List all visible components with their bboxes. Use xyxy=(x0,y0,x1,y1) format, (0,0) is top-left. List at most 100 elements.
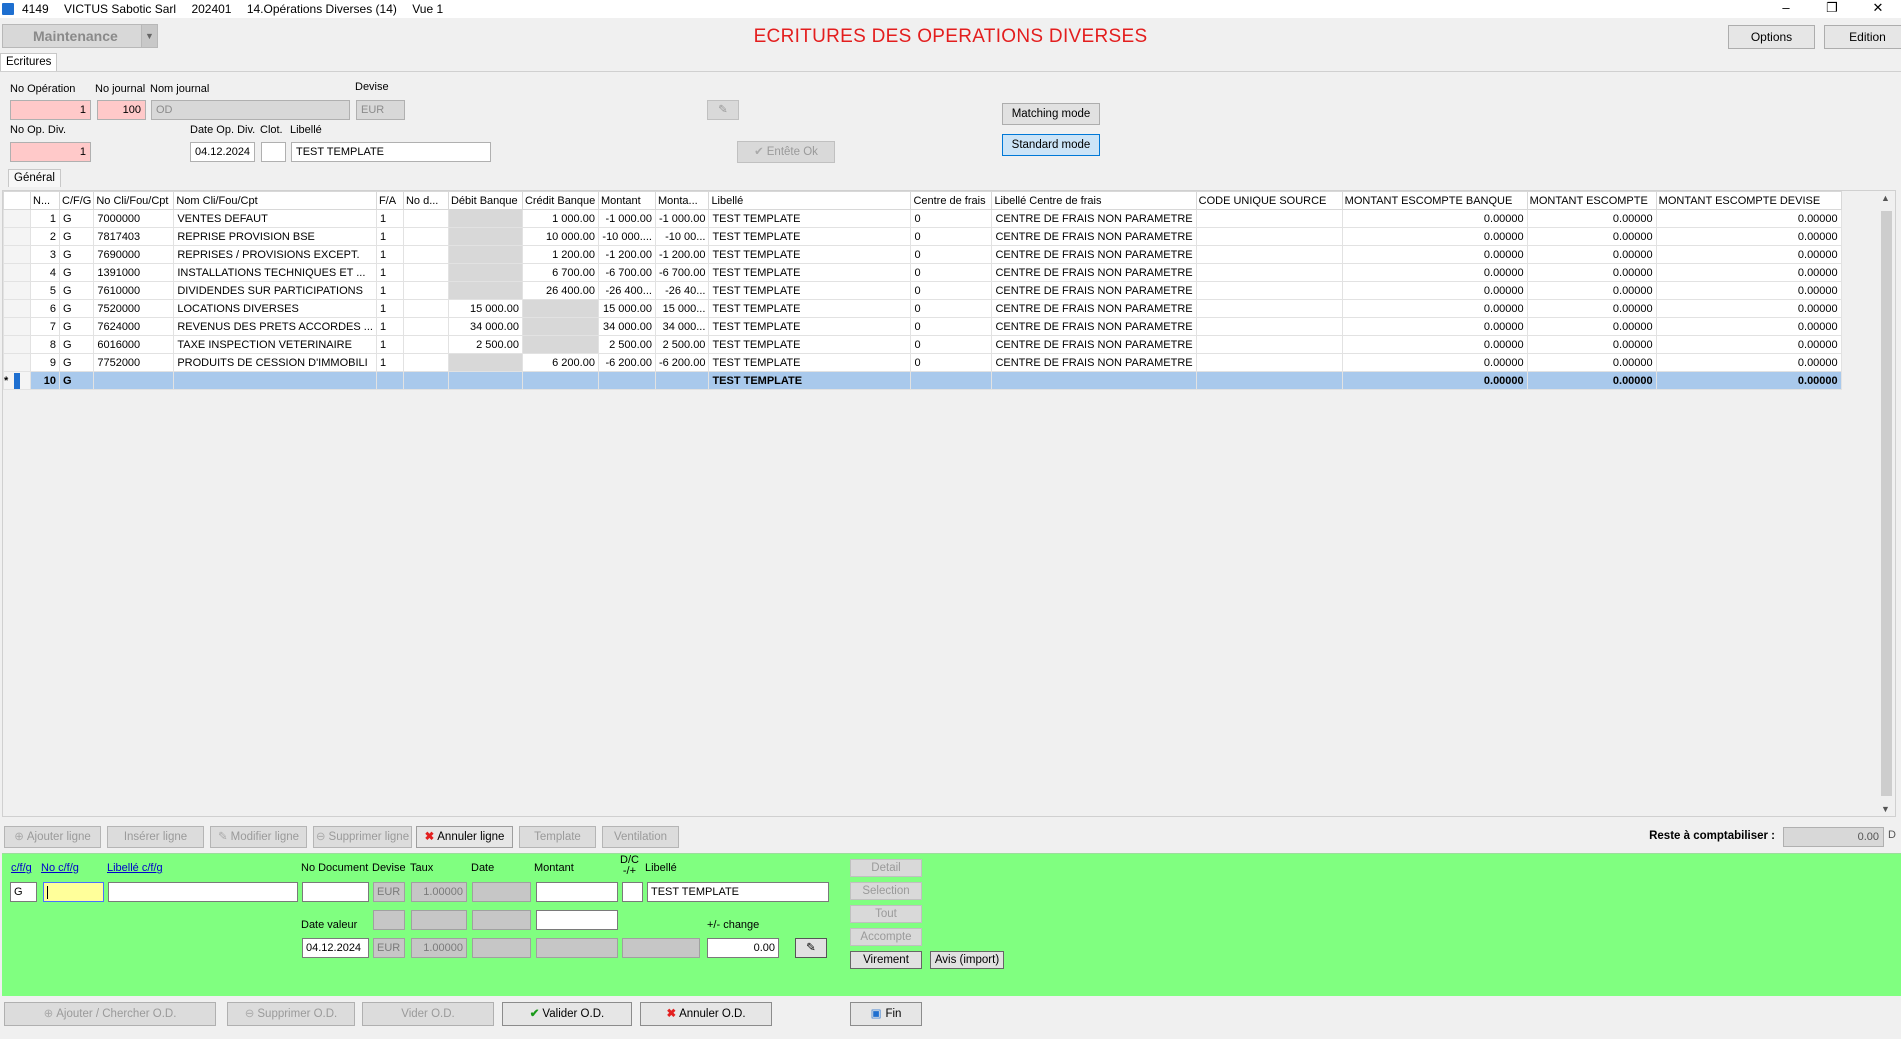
cell-cfg[interactable]: G xyxy=(58,227,95,246)
cell-montant[interactable] xyxy=(597,371,656,390)
new-row-marker[interactable]: * xyxy=(3,371,31,390)
cell-nod[interactable] xyxy=(402,317,449,336)
cell-no[interactable]: 1391000 xyxy=(93,263,175,282)
table-row[interactable]: 7 G 7624000 REVENUS DES PRETS ACCORDES ... 1… xyxy=(3,317,1842,336)
cell-escompte-devise[interactable]: 0.00000 xyxy=(1655,299,1842,318)
cell-code-unique[interactable] xyxy=(1195,281,1343,300)
cell-credit[interactable]: 1 200.00 xyxy=(521,245,599,264)
cell-monta[interactable]: -6 200.00 xyxy=(654,353,710,372)
cell-n[interactable]: 5 xyxy=(30,281,60,300)
cell-nod[interactable] xyxy=(402,335,449,354)
cell-credit[interactable]: 26 400.00 xyxy=(521,281,599,300)
cell-code-unique[interactable] xyxy=(1195,299,1343,318)
cell-escompte-devise[interactable]: 0.00000 xyxy=(1655,281,1842,300)
cell-credit[interactable]: 6 200.00 xyxy=(521,353,599,372)
cell-escompte-banque[interactable]: 0.00000 xyxy=(1341,209,1528,228)
col-header-code-unique[interactable]: CODE UNIQUE SOURCE xyxy=(1195,191,1343,210)
cell-no[interactable]: 7624000 xyxy=(93,317,175,336)
montant-row2-input[interactable] xyxy=(536,910,618,930)
cell-centre-frais[interactable]: 0 xyxy=(910,353,993,372)
cell-libelle-centre[interactable]: CENTRE DE FRAIS NON PARAMETRE xyxy=(991,209,1197,228)
col-header-monta[interactable]: Monta... xyxy=(654,191,710,210)
cell-libelle[interactable]: TEST TEMPLATE xyxy=(708,245,912,264)
ajouter-od-button[interactable]: ⊕ Ajouter / Chercher O.D. xyxy=(4,1002,216,1026)
cell-nod[interactable] xyxy=(402,371,449,390)
cell-escompte-banque[interactable]: 0.00000 xyxy=(1341,353,1528,372)
cell-fa[interactable]: 1 xyxy=(375,299,404,318)
row-header[interactable] xyxy=(3,335,31,354)
cell-escompte-devise[interactable]: 0.00000 xyxy=(1655,209,1842,228)
cell-no[interactable]: 6016000 xyxy=(93,335,175,354)
cell-debit[interactable] xyxy=(447,353,523,372)
cell-nod[interactable] xyxy=(402,209,449,228)
annuler-ligne-button[interactable]: ✖ Annuler ligne xyxy=(416,826,513,848)
cell-montant[interactable]: 34 000.00 xyxy=(597,317,656,336)
cell-centre-frais[interactable]: 0 xyxy=(910,299,993,318)
cell-escompte[interactable]: 0.00000 xyxy=(1526,209,1657,228)
cell-montant[interactable]: -10 000.... xyxy=(597,227,656,246)
cell-fa[interactable]: 1 xyxy=(375,335,404,354)
ajouter-ligne-button[interactable]: ⊕ Ajouter ligne xyxy=(4,826,101,848)
cell-libelle-centre[interactable]: CENTRE DE FRAIS NON PARAMETRE xyxy=(991,263,1197,282)
cell-libelle[interactable]: TEST TEMPLATE xyxy=(708,371,912,390)
cell-centre-frais[interactable] xyxy=(910,371,993,390)
col-header-libelle[interactable]: Libellé xyxy=(708,191,912,210)
cell-code-unique[interactable] xyxy=(1195,245,1343,264)
cell-monta[interactable]: -26 40... xyxy=(654,281,710,300)
cell-monta[interactable] xyxy=(654,371,710,390)
minimize-icon[interactable]: – xyxy=(1763,0,1809,18)
cell-libelle-centre[interactable]: CENTRE DE FRAIS NON PARAMETRE xyxy=(991,317,1197,336)
cell-fa[interactable]: 1 xyxy=(375,245,404,264)
table-row[interactable]: 1 G 7000000 VENTES DEFAUT 1 1 000.00 -1 000.00… xyxy=(3,209,1842,228)
cell-credit[interactable] xyxy=(521,335,599,354)
cell-credit[interactable] xyxy=(521,371,599,390)
cell-credit[interactable]: 10 000.00 xyxy=(521,227,599,246)
change-input[interactable]: 0.00 xyxy=(707,938,779,958)
cell-cfg[interactable]: G xyxy=(58,317,95,336)
cell-centre-frais[interactable]: 0 xyxy=(910,263,993,282)
cell-montant[interactable]: -6 700.00 xyxy=(597,263,656,282)
col-header-no[interactable]: No Cli/Fou/Cpt xyxy=(93,191,175,210)
cell-centre-frais[interactable]: 0 xyxy=(910,209,993,228)
cell-libelle[interactable]: TEST TEMPLATE xyxy=(708,227,912,246)
cell-escompte[interactable]: 0.00000 xyxy=(1526,263,1657,282)
col-header-escompte-banque[interactable]: MONTANT ESCOMPTE BANQUE xyxy=(1341,191,1528,210)
cell-escompte-banque[interactable]: 0.00000 xyxy=(1341,317,1528,336)
date-field[interactable]: 04.12.2024 xyxy=(190,142,255,162)
template-button[interactable]: Template xyxy=(519,826,596,848)
row-header[interactable] xyxy=(3,281,31,300)
cell-libelle[interactable]: TEST TEMPLATE xyxy=(708,317,912,336)
col-header-escompte[interactable]: MONTANT ESCOMPTE xyxy=(1526,191,1657,210)
cell-cfg[interactable]: G xyxy=(58,353,95,372)
entry-libelle-input[interactable]: TEST TEMPLATE xyxy=(647,882,829,902)
cell-libelle-centre[interactable] xyxy=(991,371,1197,390)
cell-centre-frais[interactable]: 0 xyxy=(910,245,993,264)
vider-od-button[interactable]: Vider O.D. xyxy=(362,1002,494,1026)
cell-libelle-centre[interactable]: CENTRE DE FRAIS NON PARAMETRE xyxy=(991,353,1197,372)
cell-monta[interactable]: 15 000... xyxy=(654,299,710,318)
col-header-fa[interactable]: F/A xyxy=(375,191,404,210)
cell-debit[interactable] xyxy=(447,281,523,300)
cell-debit[interactable] xyxy=(447,371,523,390)
row-header[interactable] xyxy=(3,299,31,318)
scroll-up-icon[interactable]: ▲ xyxy=(1881,193,1890,203)
cell-no[interactable]: 7817403 xyxy=(93,227,175,246)
detail-button[interactable]: Detail xyxy=(850,859,922,877)
calc-change-button[interactable]: ✎ xyxy=(795,938,827,958)
cell-n[interactable]: 6 xyxy=(30,299,60,318)
cell-code-unique[interactable] xyxy=(1195,317,1343,336)
cell-no[interactable]: 7610000 xyxy=(93,281,175,300)
cell-nod[interactable] xyxy=(402,227,449,246)
cell-monta[interactable]: -10 00... xyxy=(654,227,710,246)
no-op-div-field[interactable]: 1 xyxy=(10,142,91,162)
cell-credit[interactable]: 6 700.00 xyxy=(521,263,599,282)
matching-mode-button[interactable]: Matching mode xyxy=(1002,103,1100,125)
cell-fa[interactable]: 1 xyxy=(375,353,404,372)
nocfg-input[interactable] xyxy=(43,882,104,902)
cell-n[interactable]: 8 xyxy=(30,335,60,354)
cell-n[interactable]: 7 xyxy=(30,317,60,336)
selection-button[interactable]: Selection xyxy=(850,882,922,900)
cell-nom[interactable] xyxy=(173,371,377,390)
cell-fa[interactable]: 1 xyxy=(375,227,404,246)
cell-code-unique[interactable] xyxy=(1195,335,1343,354)
